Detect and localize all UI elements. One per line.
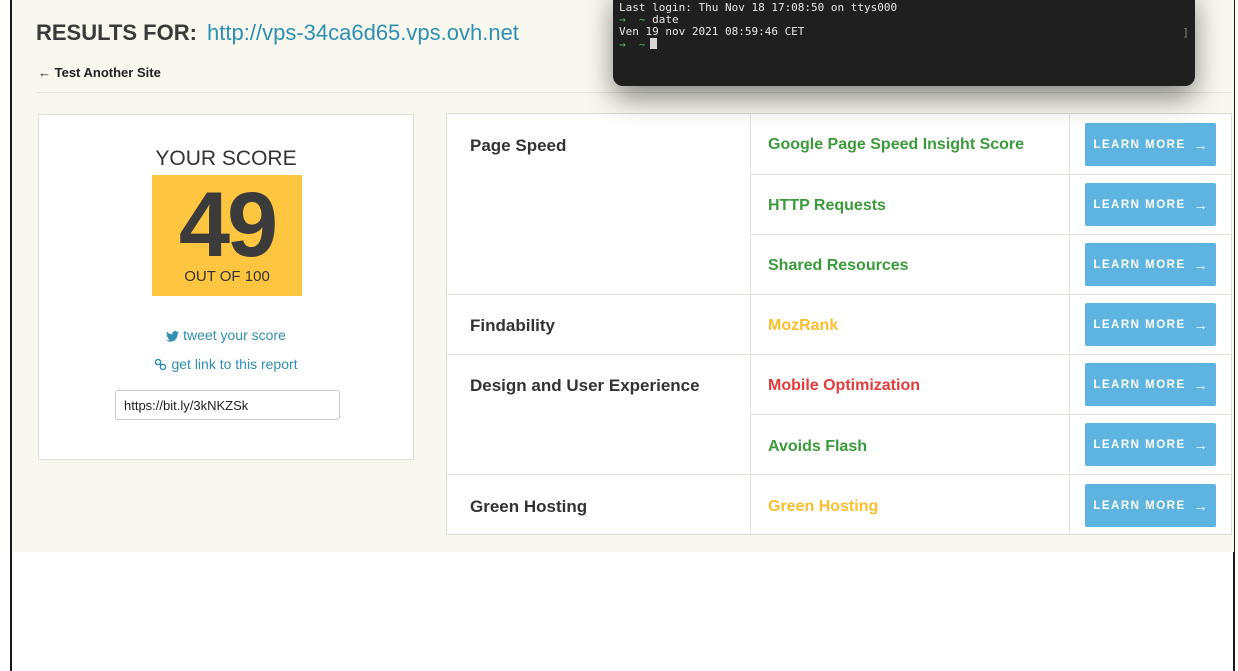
- test-another-site-link[interactable]: ← Test Another Site: [38, 65, 161, 80]
- score-value: 49: [178, 174, 278, 276]
- arrow-left-icon: ←: [38, 65, 51, 80]
- learn-more-label: LEARN MORE: [1093, 198, 1186, 211]
- row-divider: [447, 294, 1231, 295]
- row-divider: [447, 354, 1231, 355]
- category-green-hosting: Green Hosting: [470, 497, 588, 516]
- column-divider: [1069, 114, 1070, 534]
- column-divider: [750, 114, 751, 534]
- arrow-right-icon: →: [1193, 136, 1208, 153]
- arrow-right-icon: →: [1193, 316, 1208, 333]
- row-divider: [447, 474, 1231, 475]
- row-divider: [750, 174, 1231, 175]
- metric-avoids-flash: Avoids Flash: [768, 438, 867, 455]
- twitter-icon: [166, 331, 180, 342]
- tweet-score-link[interactable]: tweet your score: [39, 327, 413, 343]
- learn-more-label: LEARN MORE: [1093, 438, 1186, 451]
- metric-http-requests: HTTP Requests: [768, 197, 886, 214]
- terminal-prompt: → ~: [619, 38, 646, 51]
- metric-shared-resources: Shared Resources: [768, 257, 909, 274]
- your-score-heading: YOUR SCORE: [155, 147, 297, 170]
- category-page-speed: Page Speed: [470, 136, 567, 155]
- terminal-window[interactable]: Last login: Thu Nov 18 17:08:50 on ttys0…: [613, 0, 1195, 86]
- row-divider: [750, 414, 1231, 415]
- learn-more-label: LEARN MORE: [1093, 138, 1186, 151]
- category-findability: Findability: [470, 316, 555, 335]
- metric-green-hosting: Green Hosting: [768, 498, 879, 515]
- learn-more-button[interactable]: LEARN MORE →: [1085, 183, 1216, 226]
- get-link-label: get link to this report: [171, 356, 298, 372]
- score-out-of: OUT OF 100: [184, 268, 270, 285]
- metric-mozrank: MozRank: [768, 317, 839, 334]
- learn-more-label: LEARN MORE: [1093, 378, 1186, 391]
- learn-more-button[interactable]: LEARN MORE →: [1085, 423, 1216, 466]
- row-divider: [750, 234, 1231, 235]
- metric-mobile-optimization: Mobile Optimization: [768, 377, 920, 394]
- results-url-link[interactable]: http://vps-34ca6d65.vps.ovh.net: [207, 20, 519, 45]
- arrow-right-icon: →: [1193, 256, 1208, 273]
- category-design-ux: Design and User Experience: [470, 376, 700, 395]
- arrow-right-icon: →: [1193, 436, 1208, 453]
- learn-more-label: LEARN MORE: [1093, 258, 1186, 271]
- terminal-current-line: → ~: [619, 38, 657, 51]
- header-divider: [36, 92, 1232, 93]
- terminal-scroll-marker: ]: [1182, 26, 1189, 39]
- tweet-score-label: tweet your score: [183, 327, 286, 343]
- arrow-right-icon: →: [1193, 376, 1208, 393]
- link-icon: [155, 358, 167, 371]
- learn-more-button[interactable]: LEARN MORE →: [1085, 123, 1216, 166]
- learn-more-button[interactable]: LEARN MORE →: [1085, 484, 1216, 527]
- learn-more-label: LEARN MORE: [1093, 318, 1186, 331]
- results-heading: RESULTS FOR: http://vps-34ca6d65.vps.ovh…: [36, 20, 519, 46]
- learn-more-button[interactable]: LEARN MORE →: [1085, 363, 1216, 406]
- metric-google-page-speed: Google Page Speed Insight Score: [768, 136, 1025, 153]
- terminal-cursor: [649, 38, 657, 49]
- get-link-report[interactable]: get link to this report: [39, 356, 413, 372]
- learn-more-button[interactable]: LEARN MORE →: [1085, 243, 1216, 286]
- short-url-field[interactable]: [115, 390, 340, 420]
- test-another-site-label: Test Another Site: [54, 65, 161, 80]
- score-box: 49 OUT OF 100: [152, 174, 302, 296]
- score-panel: YOUR SCORE 49 OUT OF 100 tweet your scor…: [38, 114, 414, 460]
- results-table: Page Speed Findability Design and User E…: [446, 113, 1232, 535]
- arrow-right-icon: →: [1193, 196, 1208, 213]
- terminal-output: Ven 19 nov 2021 08:59:46 CET: [619, 25, 805, 38]
- learn-more-button[interactable]: LEARN MORE →: [1085, 303, 1216, 346]
- learn-more-label: LEARN MORE: [1093, 499, 1186, 512]
- results-label: RESULTS FOR:: [36, 20, 197, 45]
- arrow-right-icon: →: [1193, 497, 1208, 514]
